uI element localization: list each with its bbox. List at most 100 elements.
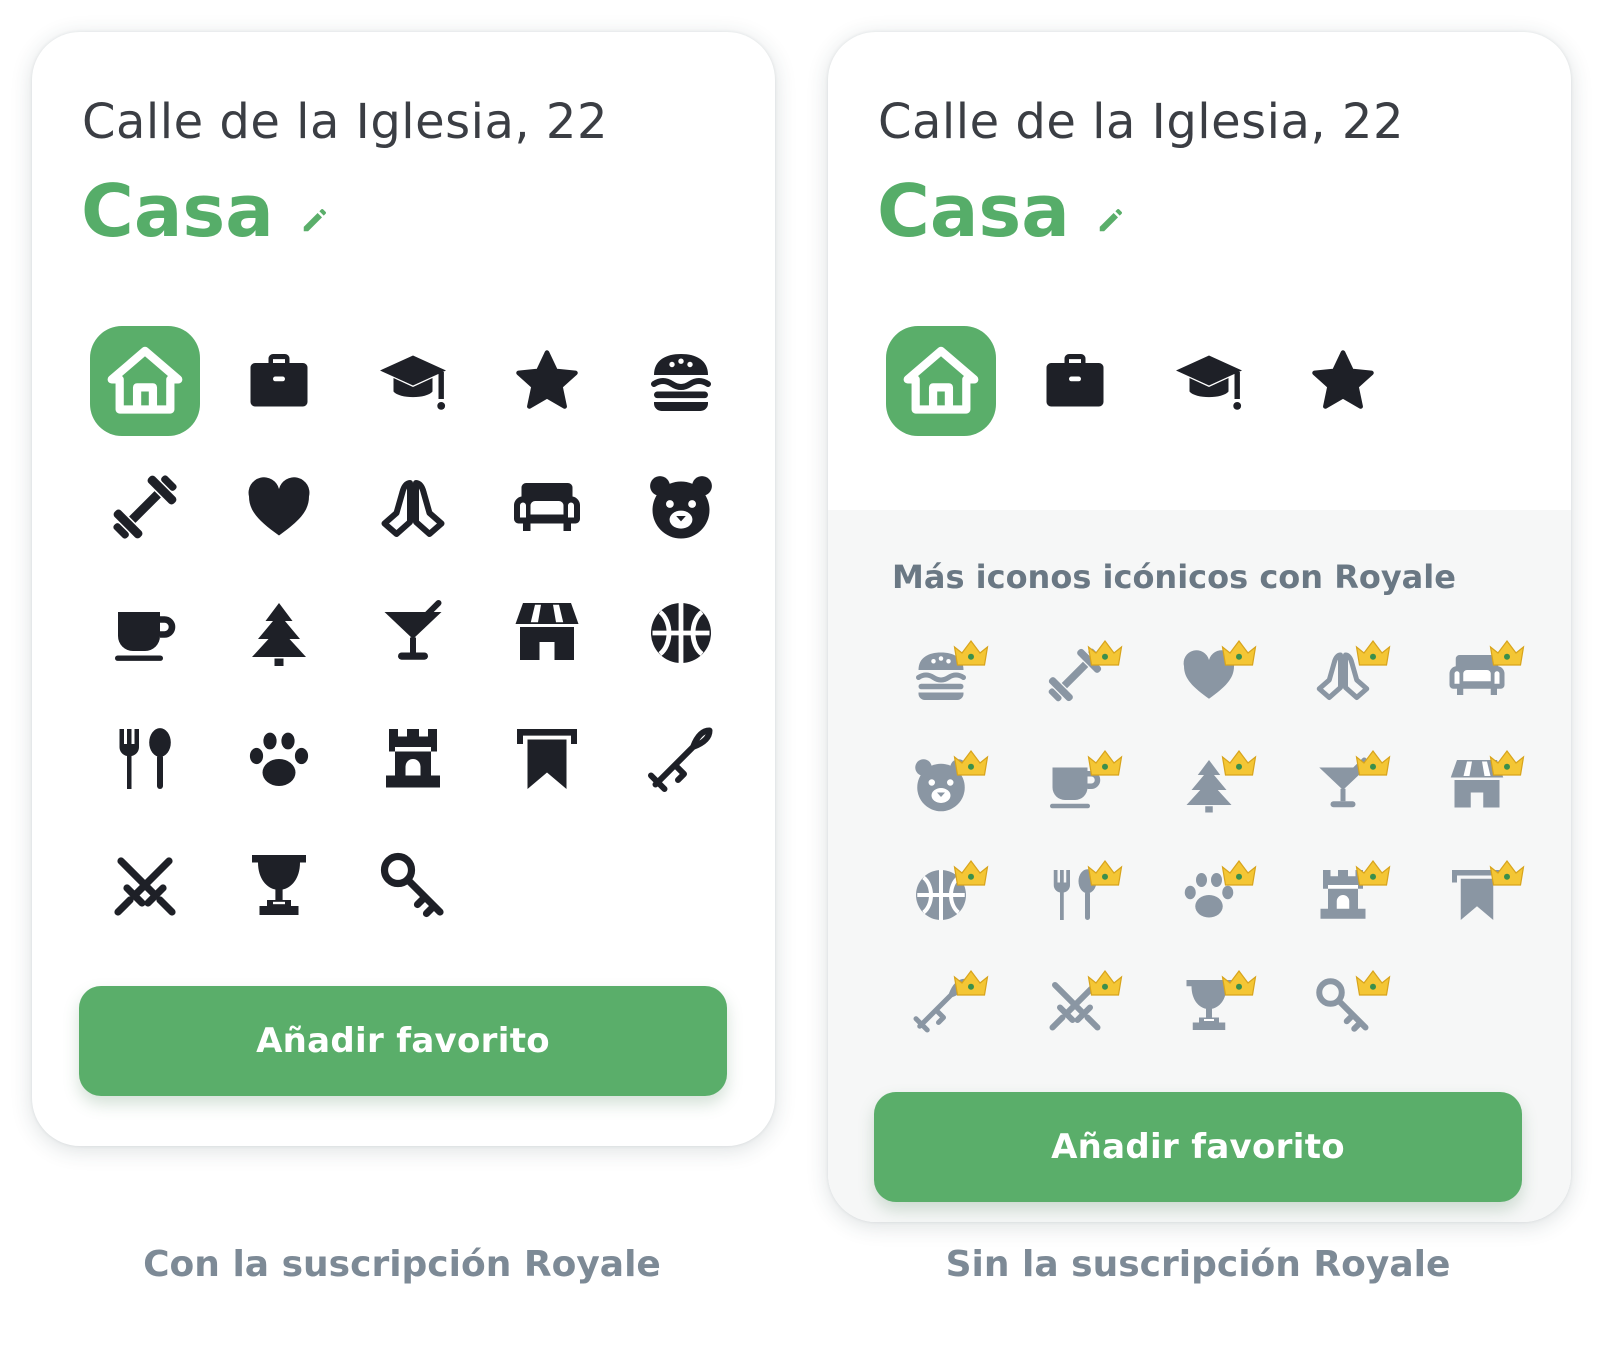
icon-option[interactable] xyxy=(346,318,480,444)
burger-icon xyxy=(645,345,717,417)
crown-icon xyxy=(1488,858,1526,888)
briefcase-icon xyxy=(1039,345,1111,417)
icon-option[interactable] xyxy=(346,444,480,570)
locked-icon-option[interactable] xyxy=(1410,620,1544,730)
icon-option[interactable] xyxy=(346,822,480,948)
royale-card: Calle de la Iglesia, 22 Casa Añadir favo… xyxy=(32,32,775,1146)
crown-icon xyxy=(1354,858,1392,888)
locked-icon-option[interactable] xyxy=(1008,840,1142,950)
praying-hands-icon xyxy=(377,471,449,543)
locked-icon-option[interactable] xyxy=(1276,620,1410,730)
icon-option[interactable] xyxy=(346,570,480,696)
trumpet-icon xyxy=(645,723,717,795)
edit-pencil-icon[interactable] xyxy=(300,205,330,235)
crown-icon xyxy=(1086,858,1124,888)
locked-icon-option[interactable] xyxy=(1410,730,1544,840)
icon-option[interactable] xyxy=(614,696,748,822)
icon-option[interactable] xyxy=(78,570,212,696)
bear-icon xyxy=(645,471,717,543)
icon-option[interactable] xyxy=(480,318,614,444)
icon-option[interactable] xyxy=(212,822,346,948)
icon-option[interactable] xyxy=(1142,318,1276,444)
icon-option[interactable] xyxy=(614,444,748,570)
icon-option[interactable] xyxy=(480,570,614,696)
icon-option[interactable] xyxy=(480,444,614,570)
crown-icon xyxy=(952,968,990,998)
locked-icon-option[interactable] xyxy=(1142,950,1276,1060)
title-row: Casa xyxy=(81,166,330,256)
locked-icon-option[interactable] xyxy=(1410,840,1544,950)
icon-option[interactable] xyxy=(1276,318,1410,444)
icon-option[interactable] xyxy=(212,318,346,444)
icon-option[interactable] xyxy=(874,318,1008,444)
armchair-icon xyxy=(511,471,583,543)
tree-icon xyxy=(243,597,315,669)
locked-icon-option[interactable] xyxy=(1276,950,1410,1060)
banner-icon xyxy=(511,723,583,795)
crown-icon xyxy=(1488,748,1526,778)
heart-icon xyxy=(243,471,315,543)
icon-grid xyxy=(78,318,748,948)
crown-icon xyxy=(1354,968,1392,998)
add-favorite-button[interactable]: Añadir favorito xyxy=(79,986,727,1096)
icon-option[interactable] xyxy=(480,696,614,822)
add-favorite-button[interactable]: Añadir favorito xyxy=(874,1092,1522,1202)
locked-icon-option[interactable] xyxy=(1276,840,1410,950)
icon-option[interactable] xyxy=(78,444,212,570)
selected-icon-tile[interactable] xyxy=(886,326,996,436)
selected-icon-tile[interactable] xyxy=(90,326,200,436)
crossed-swords-icon xyxy=(109,849,181,921)
locked-icon-option[interactable] xyxy=(874,620,1008,730)
locked-icon-option[interactable] xyxy=(1008,730,1142,840)
graduation-cap-icon xyxy=(1173,345,1245,417)
crown-icon xyxy=(1354,638,1392,668)
crown-icon xyxy=(1220,858,1258,888)
icon-option[interactable] xyxy=(1008,318,1142,444)
locked-icon-option[interactable] xyxy=(1276,730,1410,840)
icon-grid xyxy=(874,318,1544,444)
icon-option[interactable] xyxy=(212,444,346,570)
castle-tower-icon xyxy=(377,723,449,795)
locked-icon-option[interactable] xyxy=(1142,840,1276,950)
locked-icon-option[interactable] xyxy=(874,950,1008,1060)
icon-option[interactable] xyxy=(346,696,480,822)
home-icon xyxy=(107,343,183,419)
locked-icon-option[interactable] xyxy=(1008,950,1142,1060)
crown-icon xyxy=(952,638,990,668)
caption-with-royale: Con la suscripción Royale xyxy=(143,1244,661,1285)
crown-icon xyxy=(1354,748,1392,778)
royale-upsell-panel: Más iconos icónicos con Royale Añadir fa… xyxy=(828,510,1571,1222)
icon-option[interactable] xyxy=(78,318,212,444)
locked-icon-option[interactable] xyxy=(1142,730,1276,840)
icon-option[interactable] xyxy=(614,570,748,696)
dumbbell-icon xyxy=(109,471,181,543)
locked-icon-option[interactable] xyxy=(1008,620,1142,730)
address-text: Calle de la Iglesia, 22 xyxy=(878,94,1404,150)
home-icon xyxy=(903,343,979,419)
cocktail-icon xyxy=(377,597,449,669)
locked-icon-grid xyxy=(874,620,1544,1060)
icon-option[interactable] xyxy=(78,822,212,948)
icon-option[interactable] xyxy=(212,696,346,822)
address-text: Calle de la Iglesia, 22 xyxy=(82,94,608,150)
fork-spoon-icon xyxy=(109,723,181,795)
icon-option[interactable] xyxy=(614,318,748,444)
edit-pencil-icon[interactable] xyxy=(1096,205,1126,235)
royale-heading: Más iconos icónicos con Royale xyxy=(892,558,1456,596)
locked-icon-option[interactable] xyxy=(1142,620,1276,730)
crown-icon xyxy=(1086,968,1124,998)
crown-icon xyxy=(1220,748,1258,778)
crown-icon xyxy=(952,858,990,888)
caption-without-royale: Sin la suscripción Royale xyxy=(945,1244,1451,1285)
crown-icon xyxy=(1086,748,1124,778)
crown-icon xyxy=(1220,968,1258,998)
star-icon xyxy=(511,345,583,417)
locked-icon-option[interactable] xyxy=(874,730,1008,840)
icon-option[interactable] xyxy=(212,570,346,696)
crown-icon xyxy=(952,748,990,778)
star-icon xyxy=(1307,345,1379,417)
key-icon xyxy=(377,849,449,921)
title-row: Casa xyxy=(877,166,1126,256)
locked-icon-option[interactable] xyxy=(874,840,1008,950)
icon-option[interactable] xyxy=(78,696,212,822)
